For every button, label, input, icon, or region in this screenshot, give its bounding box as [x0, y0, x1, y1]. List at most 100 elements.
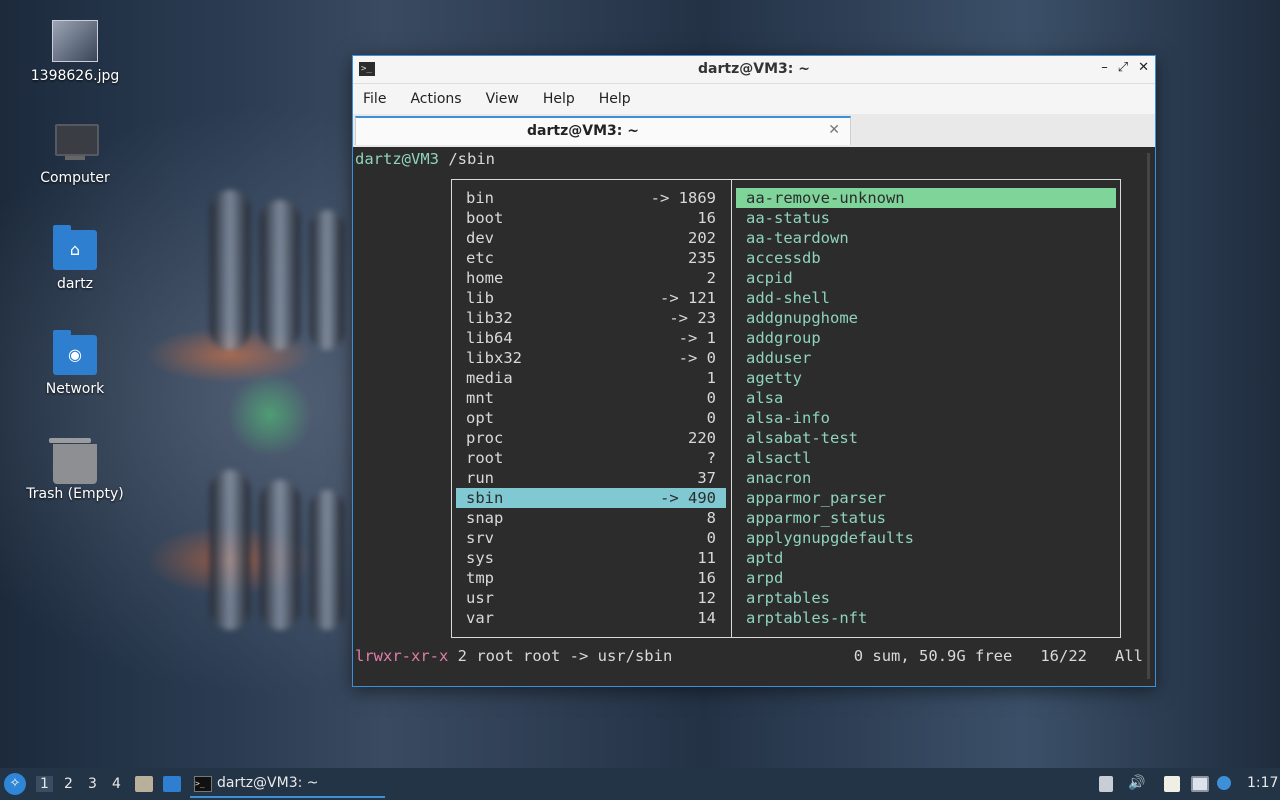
file-entry[interactable]: arptables	[736, 588, 1116, 608]
minimize-button[interactable]: –	[1101, 60, 1108, 75]
scrollbar[interactable]	[1147, 153, 1150, 679]
dir-entry[interactable]: home 2	[456, 268, 726, 288]
clipboard-icon[interactable]	[1164, 776, 1180, 792]
prompt-path: /sbin	[439, 150, 495, 168]
menu-actions[interactable]: Actions	[410, 91, 461, 107]
dir-entry-name: bin	[466, 189, 494, 207]
dir-entry-size: -> 0	[678, 349, 716, 367]
workspace-2[interactable]: 2	[64, 776, 73, 792]
desktop-icon-image[interactable]: 1398626.jpg	[20, 20, 130, 84]
dir-entry-size: ?	[706, 449, 716, 467]
dir-entry-name: lib32	[466, 309, 513, 327]
image-file-icon	[52, 20, 98, 62]
title-bar[interactable]: >_ dartz@VM3: ~ – ⤢ ✕	[353, 56, 1155, 84]
file-manager-icon[interactable]	[135, 776, 153, 792]
dir-entry[interactable]: var 14	[456, 608, 726, 628]
dir-entry[interactable]: sys 11	[456, 548, 726, 568]
file-entry[interactable]: addgroup	[736, 328, 1116, 348]
file-entry[interactable]: applygnupgdefaults	[736, 528, 1116, 548]
close-button[interactable]: ✕	[1138, 60, 1149, 75]
terminal-area[interactable]: dartz@VM3 /sbin bin -> 1869 boot 16 dev 202 et…	[353, 147, 1155, 686]
file-entry[interactable]: addgnupghome	[736, 308, 1116, 328]
file-entry[interactable]: apparmor_parser	[736, 488, 1116, 508]
desktop-icon-home[interactable]: ⌂ dartz	[20, 225, 130, 292]
start-menu-button[interactable]: ✧	[4, 773, 26, 795]
desktop-icon-computer[interactable]: Computer	[20, 124, 130, 186]
file-entry[interactable]: anacron	[736, 468, 1116, 488]
dir-entry[interactable]: libx32 -> 0	[456, 348, 726, 368]
file-entry[interactable]: arptables-nft	[736, 608, 1116, 628]
update-notifier-icon[interactable]	[1217, 776, 1231, 790]
dir-entry[interactable]: sbin -> 490	[456, 488, 726, 508]
dir-entry[interactable]: opt 0	[456, 408, 726, 428]
dir-entry-size: 8	[706, 509, 716, 527]
file-entry[interactable]: aptd	[736, 548, 1116, 568]
network-folder-icon: ◉	[53, 330, 97, 375]
dir-entry[interactable]: lib64 -> 1	[456, 328, 726, 348]
dir-entry-name: tmp	[466, 569, 494, 587]
taskbar-task-terminal[interactable]: >_ dartz@VM3: ~	[190, 770, 385, 798]
tab-close-icon[interactable]: ✕	[828, 122, 840, 138]
dir-entry[interactable]: run 37	[456, 468, 726, 488]
show-desktop-icon[interactable]	[163, 776, 181, 792]
storage-icon[interactable]	[1099, 776, 1113, 792]
dir-entry[interactable]: media 1	[456, 368, 726, 388]
file-entry[interactable]: aa-remove-unknown	[736, 188, 1116, 208]
dir-entry-name: snap	[466, 509, 504, 527]
dir-entry-name: lib64	[466, 329, 513, 347]
computer-icon	[53, 124, 99, 164]
dir-entry[interactable]: srv 0	[456, 528, 726, 548]
dir-entry-size: 220	[688, 429, 716, 447]
dir-entry-size: 235	[688, 249, 716, 267]
file-entry[interactable]: aa-teardown	[736, 228, 1116, 248]
dir-entry-size: 0	[706, 409, 716, 427]
file-entry[interactable]: acpid	[736, 268, 1116, 288]
dir-entry[interactable]: mnt 0	[456, 388, 726, 408]
maximize-button[interactable]: ⤢	[1118, 60, 1128, 75]
dir-entry[interactable]: dev 202	[456, 228, 726, 248]
dir-entry[interactable]: lib -> 121	[456, 288, 726, 308]
status-line: lrwxr-xr-x 2 root root -> usr/sbin 0 sum,…	[355, 647, 1147, 665]
file-entry[interactable]: agetty	[736, 368, 1116, 388]
workspace-4[interactable]: 4	[112, 776, 121, 792]
file-entry[interactable]: aa-status	[736, 208, 1116, 228]
menu-file[interactable]: File	[363, 91, 386, 107]
network-icon[interactable]	[1191, 776, 1209, 792]
panel-divider	[731, 180, 732, 637]
menu-view[interactable]: Help	[543, 91, 575, 107]
dir-entry[interactable]: lib32 -> 23	[456, 308, 726, 328]
file-entry[interactable]: accessdb	[736, 248, 1116, 268]
file-entry[interactable]: alsabat-test	[736, 428, 1116, 448]
workspace-1[interactable]: 1	[36, 776, 53, 792]
clock: 1:17	[1247, 775, 1279, 791]
desktop-icon-trash[interactable]: Trash (Empty)	[20, 438, 130, 502]
home-folder-icon: ⌂	[53, 225, 97, 270]
dir-entry-name: sbin	[466, 489, 504, 507]
dir-entry[interactable]: snap 8	[456, 508, 726, 528]
menu-edit[interactable]: View	[486, 91, 519, 107]
status-permissions: lrwxr-xr-x	[355, 647, 449, 665]
file-entry[interactable]: adduser	[736, 348, 1116, 368]
dir-entry-name: opt	[466, 409, 494, 427]
file-entry[interactable]: add-shell	[736, 288, 1116, 308]
tab-terminal[interactable]: dartz@VM3: ~ ✕	[355, 116, 851, 145]
file-manager-panel: bin -> 1869 boot 16 dev 202 etc 235 home 2 lib -> 1…	[451, 179, 1121, 638]
file-entry[interactable]: arpd	[736, 568, 1116, 588]
dir-entry[interactable]: boot 16	[456, 208, 726, 228]
volume-icon[interactable]: 🔊	[1128, 775, 1145, 791]
dir-entry[interactable]: bin -> 1869	[456, 188, 726, 208]
file-entry[interactable]: apparmor_status	[736, 508, 1116, 528]
menu-help[interactable]: Help	[599, 91, 631, 107]
file-entry[interactable]: alsa-info	[736, 408, 1116, 428]
workspace-3[interactable]: 3	[88, 776, 97, 792]
dir-entry[interactable]: proc 220	[456, 428, 726, 448]
dir-entry[interactable]: etc 235	[456, 248, 726, 268]
dir-entry[interactable]: usr 12	[456, 588, 726, 608]
dir-entry-size: -> 490	[660, 489, 716, 507]
desktop-icon-network[interactable]: ◉ Network	[20, 330, 130, 397]
file-entry[interactable]: alsa	[736, 388, 1116, 408]
dir-entry[interactable]: tmp 16	[456, 568, 726, 588]
file-entry[interactable]: alsactl	[736, 448, 1116, 468]
dir-entry-name: boot	[466, 209, 504, 227]
dir-entry[interactable]: root?	[456, 448, 726, 468]
